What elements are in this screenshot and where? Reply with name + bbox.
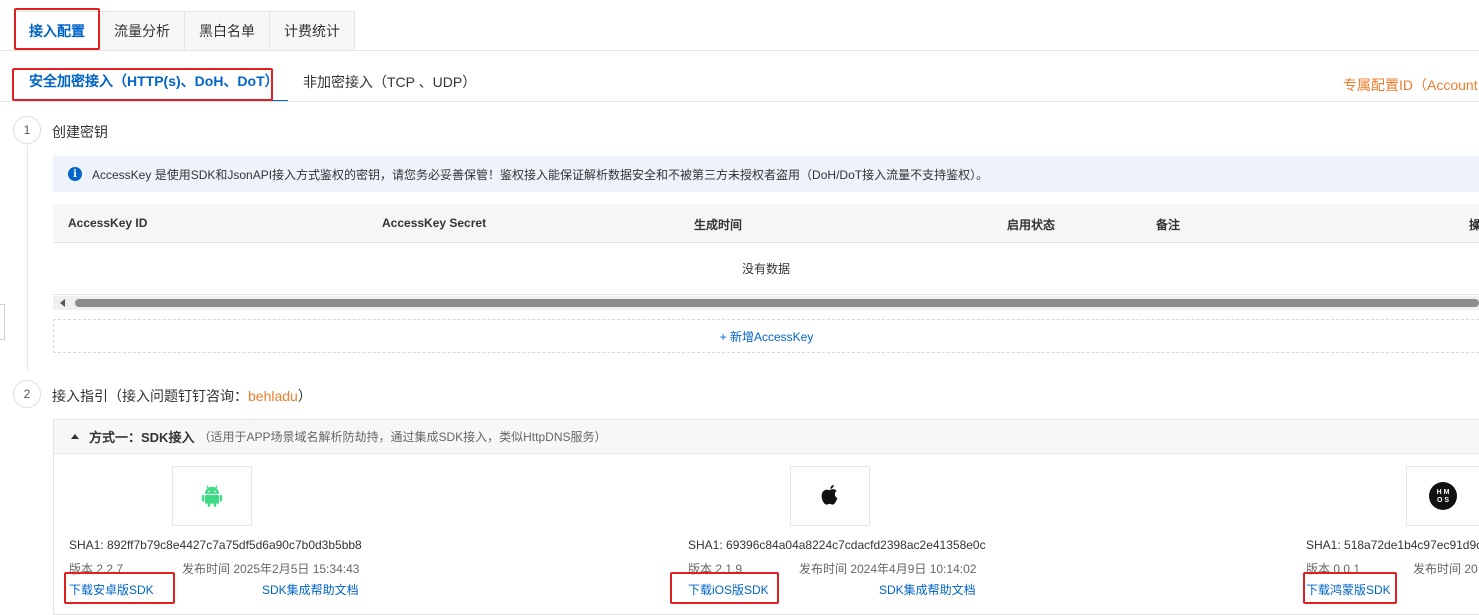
method1-title: 方式一：SDK接入 [89, 430, 195, 445]
scroll-left-arrow-icon[interactable] [60, 299, 65, 307]
ios-sdk-icon-box [790, 466, 870, 526]
android-sdk-date: 发布时间 2025年2月5日 15:34:43 [182, 562, 360, 576]
table-horizontal-scrollbar[interactable] [53, 296, 1479, 310]
column-accesskey-secret: AccessKey Secret [382, 216, 487, 230]
subtab-secure-access[interactable]: 安全加密接入（HTTP(s)、DoH、DoT） [14, 62, 288, 102]
accesskey-table-empty: 没有数据 [53, 243, 1479, 295]
column-actions: 操 [1469, 218, 1479, 232]
tab-billing-stats[interactable]: 计费统计 [270, 11, 355, 51]
android-sdk-icon-box [172, 466, 252, 526]
tab-black-white-list[interactable]: 黑白名单 [185, 11, 270, 51]
android-sdk-doc-link[interactable]: SDK集成帮助文档 [262, 581, 359, 598]
add-accesskey-button[interactable]: + 新增AccessKey [53, 319, 1479, 353]
sdk-panel-header[interactable]: 方式一：SDK接入 （适用于APP场景域名解析防劫持，通过集成SDK接入，类似H… [54, 420, 1479, 454]
ios-sdk-sha: SHA1: 69396c84a04a8224c7cdacfd2398ac2e41… [688, 538, 986, 552]
android-sdk-version: 版本 2.2.7 [69, 562, 124, 576]
ios-sdk-version: 版本 2.1.9 [688, 562, 743, 576]
step-connector-line [27, 145, 28, 370]
column-enabled-status: 启用状态 [1007, 218, 1056, 232]
step-1-number: 1 [13, 116, 41, 144]
tab-access-config[interactable]: 接入配置 [14, 11, 100, 51]
ios-sdk-doc-link[interactable]: SDK集成帮助文档 [879, 581, 976, 598]
harmonyos-sdk-icon-box: H M O S [1406, 466, 1479, 526]
svg-text:O S: O S [1437, 497, 1449, 504]
step-2-title-suffix: ） [297, 388, 312, 404]
scrollbar-thumb[interactable] [75, 299, 1479, 307]
harmonyos-sdk-sha: SHA1: 518a72de1b4c97ec91d9cf [1306, 538, 1479, 552]
dingtalk-contact-link[interactable]: behladu [248, 388, 298, 404]
column-accesskey-id: AccessKey ID [68, 216, 148, 230]
apple-icon [821, 484, 838, 505]
collapse-caret-icon[interactable] [71, 434, 79, 439]
download-android-sdk-link[interactable]: 下载安卓版SDK [69, 581, 154, 598]
download-harmonyos-sdk-link[interactable]: 下载鸿蒙版SDK [1306, 581, 1391, 598]
sub-tabs-divider [0, 101, 1479, 102]
column-created-time: 生成时间 [694, 218, 743, 232]
column-remark: 备注 [1156, 218, 1181, 232]
exclusive-config-id-link[interactable]: 专属配置ID（Account [1343, 75, 1478, 95]
harmonyos-sdk-version: 版本 0.0.1 [1306, 562, 1361, 576]
android-sdk-sha: SHA1: 892ff7b79c8e4427c7a75df5d6a90c7b0d… [69, 538, 362, 552]
ios-sdk-date: 发布时间 2024年4月9日 10:14:02 [799, 562, 977, 576]
harmonyos-icon: H M O S [1429, 482, 1457, 510]
step-2-title: 接入指引（接入问题钉钉咨询：behladu） [52, 386, 312, 406]
sub-tabs: 安全加密接入（HTTP(s)、DoH、DoT） 非加密接入（TCP 、UDP） [14, 62, 491, 102]
method1-note: （适用于APP场景域名解析防劫持，通过集成SDK接入，类似HttpDNS服务） [198, 430, 607, 444]
accesskey-info-text: AccessKey 是使用SDK和JsonAPI接入方式鉴权的密钥，请您务必妥善… [92, 167, 989, 182]
info-icon: i [68, 167, 82, 181]
step-1-title: 创建密钥 [52, 124, 108, 140]
top-tabs: 接入配置 流量分析 黑白名单 计费统计 [14, 11, 355, 51]
side-collapse-handle[interactable] [0, 304, 5, 340]
accesskey-table-header: AccessKey ID AccessKey Secret 生成时间 启用状态 … [53, 204, 1479, 243]
harmonyos-sdk-date: 发布时间 20 [1413, 562, 1478, 576]
step-2-title-prefix: 接入指引（接入问题钉钉咨询： [52, 388, 248, 404]
accesskey-info-banner: i AccessKey 是使用SDK和JsonAPI接入方式鉴权的密钥，请您务必… [53, 156, 1479, 192]
android-icon [201, 485, 223, 507]
download-ios-sdk-link[interactable]: 下载iOS版SDK [688, 581, 769, 598]
top-tabs-divider [0, 50, 1479, 51]
subtab-plain-access[interactable]: 非加密接入（TCP 、UDP） [288, 62, 491, 102]
step-2-number: 2 [13, 380, 41, 408]
tab-traffic-analysis[interactable]: 流量分析 [100, 11, 185, 51]
svg-text:H M: H M [1437, 489, 1450, 496]
